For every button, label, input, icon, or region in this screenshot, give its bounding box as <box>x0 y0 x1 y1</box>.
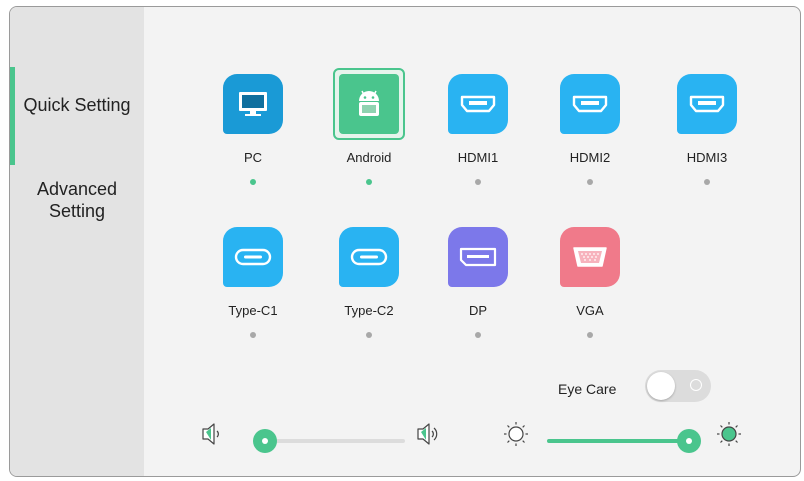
brightness-high-icon[interactable] <box>716 421 742 447</box>
source-label: HDMI1 <box>457 150 499 165</box>
status-dot <box>704 179 710 185</box>
hdmi-icon <box>448 74 508 134</box>
status-dot <box>587 332 593 338</box>
eye-care-toggle[interactable] <box>645 370 711 402</box>
monitor-icon <box>223 74 283 134</box>
source-label: Type-C2 <box>344 303 394 318</box>
volume-thumb[interactable] <box>253 429 277 453</box>
status-dot <box>587 179 593 185</box>
sidebar: Quick Setting Advanced Setting <box>10 7 144 476</box>
sidebar-item-quick-setting[interactable]: Quick Setting <box>10 67 144 165</box>
status-dot <box>475 332 481 338</box>
volume-high-icon[interactable] <box>415 421 445 447</box>
quick-setting-content: PC Android HDMI1 HDMI2 HDMI3 Type-C1 Typ… <box>144 7 800 476</box>
vga-icon <box>560 227 620 287</box>
sidebar-item-advanced-setting[interactable]: Advanced Setting <box>10 178 144 222</box>
status-dot <box>250 332 256 338</box>
status-dot <box>366 332 372 338</box>
android-icon <box>339 74 399 134</box>
hdmi-icon <box>560 74 620 134</box>
sidebar-item-label: Quick Setting <box>23 95 131 115</box>
source-label: PC <box>243 150 263 165</box>
brightness-thumb[interactable] <box>677 429 701 453</box>
toggle-off-indicator <box>690 379 702 391</box>
brightness-track <box>547 439 689 443</box>
sidebar-item-label: Advanced Setting <box>36 179 118 221</box>
eye-care-label: Eye Care <box>558 381 617 397</box>
status-dot <box>475 179 481 185</box>
status-dot <box>250 179 256 185</box>
brightness-low-icon[interactable] <box>503 421 529 447</box>
displayport-icon <box>448 227 508 287</box>
source-label: DP <box>468 303 488 318</box>
source-label: VGA <box>576 303 604 318</box>
hdmi-icon <box>677 74 737 134</box>
volume-low-icon[interactable] <box>200 421 226 447</box>
source-label: HDMI3 <box>686 150 728 165</box>
toggle-knob <box>647 372 675 400</box>
settings-panel: Quick Setting Advanced Setting PC Androi… <box>9 6 801 477</box>
source-label: Android <box>346 150 392 165</box>
brightness-slider[interactable] <box>547 428 701 454</box>
usb-c-icon <box>223 227 283 287</box>
source-label: Type-C1 <box>228 303 278 318</box>
status-dot <box>366 179 372 185</box>
source-label: HDMI2 <box>569 150 611 165</box>
usb-c-icon <box>339 227 399 287</box>
volume-slider[interactable] <box>253 428 405 454</box>
